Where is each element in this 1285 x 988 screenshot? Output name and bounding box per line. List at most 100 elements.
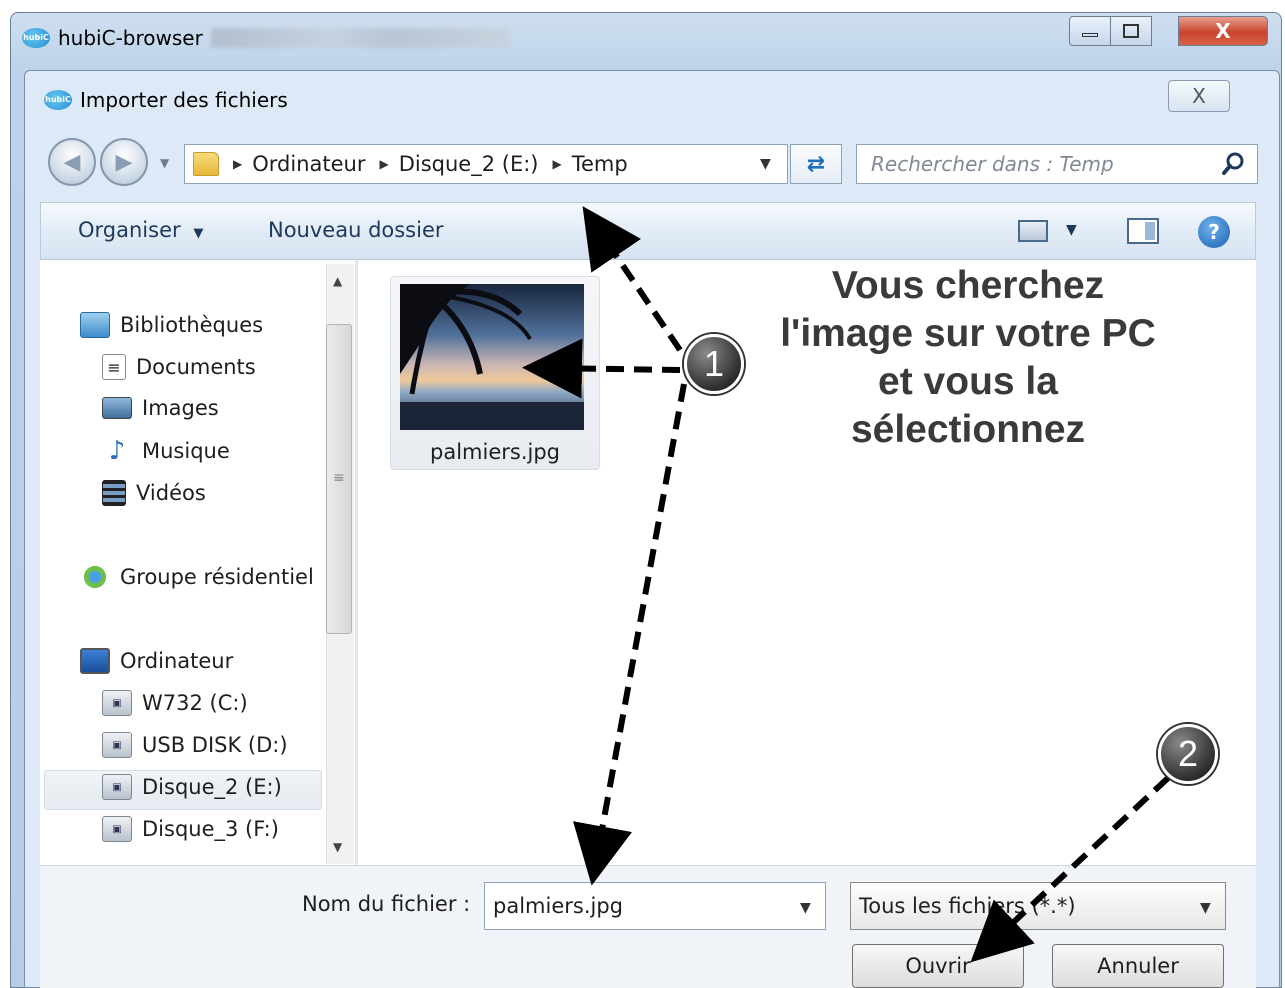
- address-dropdown-icon[interactable]: ▼: [760, 156, 771, 172]
- sidebar-item-label: W732 (C:): [142, 691, 248, 715]
- help-icon[interactable]: ?: [1198, 216, 1230, 248]
- change-view-icon[interactable]: [1018, 220, 1048, 242]
- dialog-title-bar: hubiC Importer des fichiers: [44, 88, 288, 112]
- annotation-line: Vous cherchez: [831, 264, 1105, 307]
- minimize-icon: [1082, 33, 1098, 37]
- images-icon: [102, 397, 132, 419]
- scroll-down-icon[interactable]: ▼: [333, 840, 342, 854]
- drive-icon: ▣: [102, 774, 132, 800]
- dialog-title: Importer des fichiers: [80, 88, 288, 112]
- grip-icon: ≡: [333, 470, 345, 486]
- help-glyph: ?: [1208, 220, 1220, 244]
- filetype-select[interactable]: Tous les fichiers (*.*): [850, 882, 1226, 930]
- forward-button[interactable]: ▶: [100, 138, 148, 186]
- new-folder-button[interactable]: Nouveau dossier: [268, 218, 444, 242]
- sidebar-item-label: Documents: [136, 355, 256, 379]
- refresh-button[interactable]: ⇄: [790, 144, 842, 184]
- sidebar-item-music[interactable]: ♪ Musique: [102, 436, 230, 466]
- filename-history-dropdown-icon[interactable]: ▼: [800, 900, 811, 916]
- music-note-icon: ♪: [108, 436, 126, 466]
- file-name-label: palmiers.jpg: [430, 440, 560, 464]
- filename-input[interactable]: palmiers.jpg: [484, 882, 826, 930]
- system-drive-icon: ▣: [102, 690, 132, 716]
- hubic-logo-icon: hubiC: [22, 28, 50, 48]
- annotation-line: l'image sur votre PC: [780, 312, 1156, 355]
- annotation-line: sélectionnez: [850, 408, 1086, 451]
- window-close-button[interactable]: X: [1178, 16, 1268, 46]
- sidebar-item-label: Ordinateur: [120, 649, 234, 673]
- open-button[interactable]: Ouvrir: [852, 944, 1024, 988]
- sidebar-item-drive-d[interactable]: ▣ USB DISK (D:): [102, 732, 288, 758]
- cancel-label: Annuler: [1097, 954, 1179, 978]
- folder-icon: [193, 152, 219, 176]
- sidebar-item-label: Vidéos: [136, 481, 206, 505]
- step-badge-1: 1: [684, 334, 744, 394]
- breadcrumb-temp[interactable]: Temp: [572, 152, 628, 176]
- search-placeholder: Rechercher dans : Temp: [871, 152, 1114, 176]
- preview-pane-icon[interactable]: [1127, 218, 1159, 244]
- breadcrumb-drive-e[interactable]: Disque_2 (E:): [399, 152, 539, 176]
- palm-image-thumbnail-icon: [400, 284, 584, 430]
- maximize-icon: [1123, 24, 1139, 38]
- documents-icon: ≡: [102, 354, 126, 380]
- sidebar-item-computer[interactable]: Ordinateur: [80, 648, 233, 674]
- refresh-icon: ⇄: [806, 151, 826, 177]
- sidebar-item-label: Musique: [142, 439, 230, 463]
- cancel-button[interactable]: Annuler: [1052, 944, 1224, 988]
- breadcrumb-separator-icon[interactable]: ▶: [379, 157, 388, 171]
- chevron-down-icon: ▼: [193, 226, 204, 241]
- search-input[interactable]: Rechercher dans : Temp: [856, 144, 1258, 184]
- sidebar-item-label: Images: [142, 396, 219, 420]
- hubic-logo-icon: hubiC: [44, 90, 72, 110]
- recent-pages-dropdown[interactable]: ▼: [160, 156, 169, 170]
- sidebar-item-libraries[interactable]: Bibliothèques: [80, 312, 263, 338]
- breadcrumb-separator-icon[interactable]: ▶: [552, 157, 561, 171]
- arrow-left-icon: ◀: [63, 149, 81, 175]
- sidebar-item-label: USB DISK (D:): [142, 733, 288, 757]
- scroll-up-icon[interactable]: ▲: [333, 274, 342, 288]
- sidebar-item-homegroup[interactable]: Groupe résidentiel: [80, 564, 314, 590]
- view-options-dropdown-icon[interactable]: ▼: [1066, 222, 1077, 238]
- maximize-button[interactable]: [1110, 16, 1152, 46]
- sidebar-item-drive-e[interactable]: ▣ Disque_2 (E:): [102, 774, 282, 800]
- computer-icon: [80, 648, 110, 674]
- drive-icon: ▣: [102, 816, 132, 842]
- sidebar-item-label: Bibliothèques: [120, 313, 264, 337]
- homegroup-icon: [80, 564, 110, 590]
- breadcrumb-computer[interactable]: Ordinateur: [252, 152, 365, 176]
- film-strip-icon: [102, 480, 126, 506]
- libraries-icon: [80, 312, 110, 338]
- arrow-right-icon: ▶: [115, 149, 133, 175]
- chevron-down-icon[interactable]: ▼: [1200, 900, 1211, 916]
- sidebar-item-drive-f[interactable]: ▣ Disque_3 (F:): [102, 816, 279, 842]
- sidebar-item-images[interactable]: Images: [102, 396, 219, 420]
- filename-label: Nom du fichier :: [302, 892, 471, 916]
- sidebar-item-drive-c[interactable]: ▣ W732 (C:): [102, 690, 248, 716]
- window-title-bar: hubiC hubiC-browser: [22, 26, 511, 50]
- organise-label: Organiser: [78, 218, 181, 242]
- window-title: hubiC-browser: [58, 26, 203, 50]
- sidebar-item-label: Groupe résidentiel: [120, 565, 314, 589]
- minimize-button[interactable]: [1069, 16, 1111, 46]
- filetype-value: Tous les fichiers (*.*): [859, 894, 1076, 918]
- sidebar-item-videos[interactable]: Vidéos: [102, 480, 206, 506]
- sidebar-item-documents[interactable]: ≡ Documents: [102, 354, 256, 380]
- step-badge-2: 2: [1158, 724, 1218, 784]
- close-icon: X: [1192, 84, 1206, 108]
- annotation-line: et vous la: [878, 360, 1058, 403]
- back-button[interactable]: ◀: [48, 138, 96, 186]
- usb-drive-icon: ▣: [102, 732, 132, 758]
- blurred-account-text: [210, 28, 511, 48]
- address-bar[interactable]: ▶ Ordinateur ▶ Disque_2 (E:) ▶ Temp: [184, 144, 788, 184]
- instruction-annotation: Vous cherchez l'image sur votre PC et vo…: [738, 262, 1198, 454]
- close-icon: X: [1215, 19, 1231, 43]
- filename-value: palmiers.jpg: [493, 894, 623, 918]
- breadcrumb-separator-icon[interactable]: ▶: [233, 157, 242, 171]
- search-icon[interactable]: [1220, 150, 1248, 178]
- dialog-close-button[interactable]: X: [1168, 80, 1230, 112]
- sidebar-item-label: Disque_3 (F:): [142, 817, 279, 841]
- organise-button[interactable]: Organiser ▼: [78, 218, 203, 242]
- new-folder-label: Nouveau dossier: [268, 218, 444, 242]
- open-label: Ouvrir: [905, 954, 971, 978]
- sidebar-item-label: Disque_2 (E:): [142, 775, 282, 799]
